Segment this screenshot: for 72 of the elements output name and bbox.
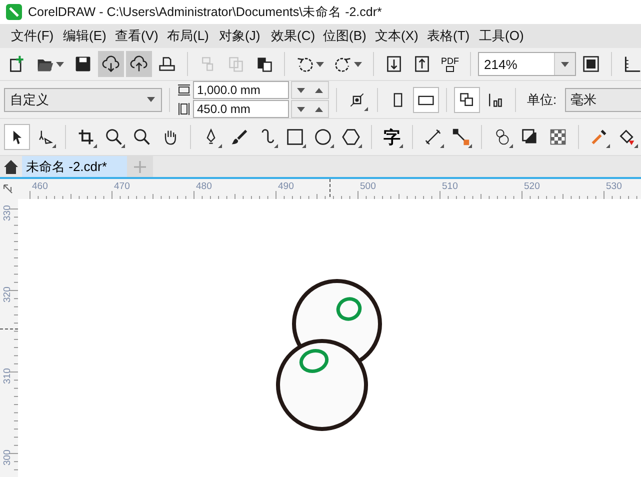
height-field[interactable]: 450.0 mm [193, 100, 289, 118]
cloud-download-icon [102, 55, 120, 73]
ruler-icon [623, 55, 641, 73]
arrow-pointer-button[interactable] [4, 124, 30, 150]
menu-item[interactable]: 文本(X) [368, 27, 420, 45]
zoom-icon [105, 128, 123, 146]
menu-item[interactable]: 效果(C) [264, 27, 316, 45]
bars-icon [486, 90, 504, 108]
shape-tool-icon [36, 128, 54, 146]
menu-item[interactable]: 查看(V) [108, 27, 160, 45]
drop-shadow-icon [521, 128, 539, 146]
up-caret-icon [315, 88, 323, 92]
rectangle-icon [286, 128, 304, 146]
document-tab[interactable]: 未命名 -2.cdr* [22, 156, 127, 177]
undo-icon [296, 55, 314, 73]
eyedropper-icon [590, 128, 608, 146]
pages-icon [458, 90, 476, 108]
caret-icon [561, 62, 569, 66]
caret-icon [316, 62, 324, 66]
connector-icon [452, 128, 470, 146]
pdf-button[interactable]: PDF [437, 51, 463, 77]
caret-icon [354, 62, 362, 66]
paint-bucket-icon [618, 128, 636, 146]
menu-item[interactable]: 位图(B) [316, 27, 368, 45]
redo-icon [334, 55, 352, 73]
pages-button[interactable] [454, 86, 480, 112]
caret-icon [297, 88, 305, 92]
text-tool-button[interactable]: 字 [379, 124, 405, 150]
page-preset-dropdown[interactable]: 自定义 [4, 88, 162, 112]
window-title: CorelDRAW - C:\Users\Administrator\Documents\未命名 -2.cdr* [28, 4, 382, 20]
units-dropdown[interactable]: 毫米 [564, 88, 641, 112]
width-spinner[interactable] [291, 81, 329, 99]
cloud-upload-button[interactable] [126, 51, 152, 77]
menu-item[interactable]: 工具(O) [472, 27, 524, 45]
print-icon [158, 55, 176, 73]
export-icon [413, 55, 431, 73]
caret-icon [147, 97, 155, 102]
save-icon [74, 55, 92, 73]
units-label: 单位: [527, 90, 557, 108]
brush-icon [230, 128, 248, 146]
caret-icon [297, 106, 305, 112]
ellipse-icon [314, 128, 332, 146]
menu-item[interactable]: 文件(F) [4, 27, 56, 45]
menu-item[interactable]: 布局(L) [160, 27, 212, 45]
app-logo-icon [6, 4, 22, 20]
menu-item[interactable]: 对象(J) [212, 27, 264, 45]
nudge-icon [348, 90, 366, 108]
crop-icon [77, 128, 95, 146]
transparency-icon [549, 128, 567, 146]
copy-icon [227, 55, 245, 73]
height-icon [177, 102, 191, 116]
blend-icon [493, 128, 511, 146]
cloud-download-button[interactable] [98, 51, 124, 77]
import-icon [385, 55, 403, 73]
height-spinner[interactable] [291, 100, 329, 118]
dimension-line-icon [424, 128, 442, 146]
menu-item[interactable]: 编辑(E) [56, 27, 108, 45]
menu-item[interactable]: 表格(T) [420, 27, 472, 45]
landscape-button[interactable] [413, 86, 439, 112]
home-icon[interactable] [3, 158, 19, 174]
up-caret-icon [315, 106, 323, 112]
cloud-upload-icon [130, 55, 148, 73]
paste-icon [255, 55, 273, 73]
zoom-level-combo[interactable]: 214% [478, 52, 576, 76]
magnifier-icon [133, 128, 151, 146]
new-document-icon [8, 55, 26, 73]
width-icon [177, 83, 191, 97]
pdf-icon [446, 66, 454, 72]
full-screen-icon [582, 55, 600, 73]
width-field[interactable]: 1,000.0 mm [193, 81, 289, 99]
caret-icon [56, 62, 64, 66]
polygon-icon [342, 128, 360, 146]
